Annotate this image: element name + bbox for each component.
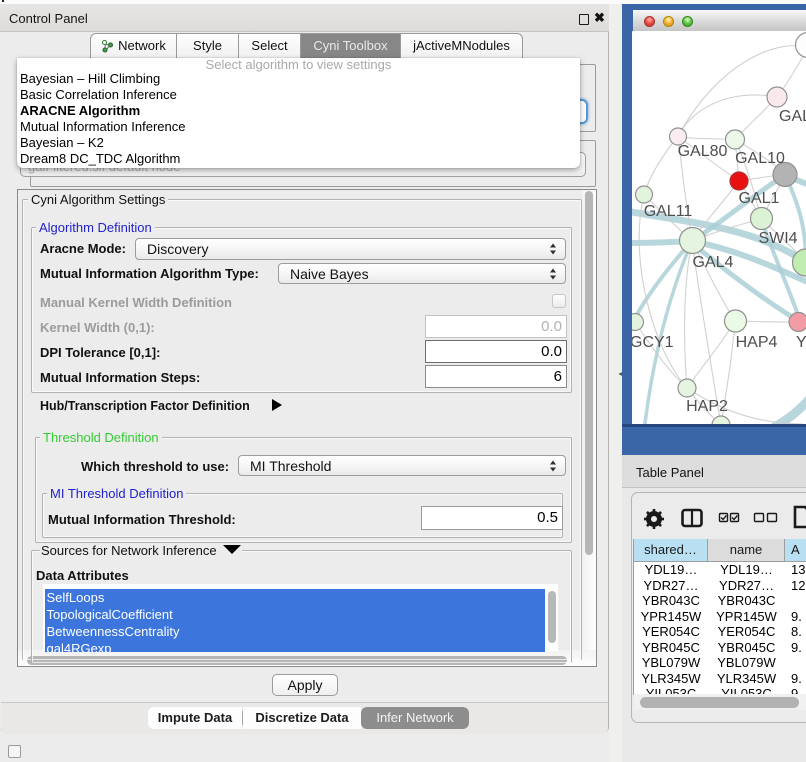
svg-text:GAL11: GAL11 <box>644 203 693 220</box>
svg-text:GAL80: GAL80 <box>678 143 728 160</box>
svg-text:HAP2: HAP2 <box>686 398 728 415</box>
svg-text:GAL4: GAL4 <box>693 254 734 271</box>
svg-text:HAP4: HAP4 <box>736 334 778 351</box>
svg-text:GCY1: GCY1 <box>632 334 674 351</box>
svg-text:SWI4: SWI4 <box>758 230 797 247</box>
svg-text:GAL1: GAL1 <box>739 190 780 207</box>
svg-text:GAL10: GAL10 <box>735 150 785 167</box>
svg-text:GAL2: GAL2 <box>779 108 806 125</box>
svg-text:YM: YM <box>796 334 806 351</box>
